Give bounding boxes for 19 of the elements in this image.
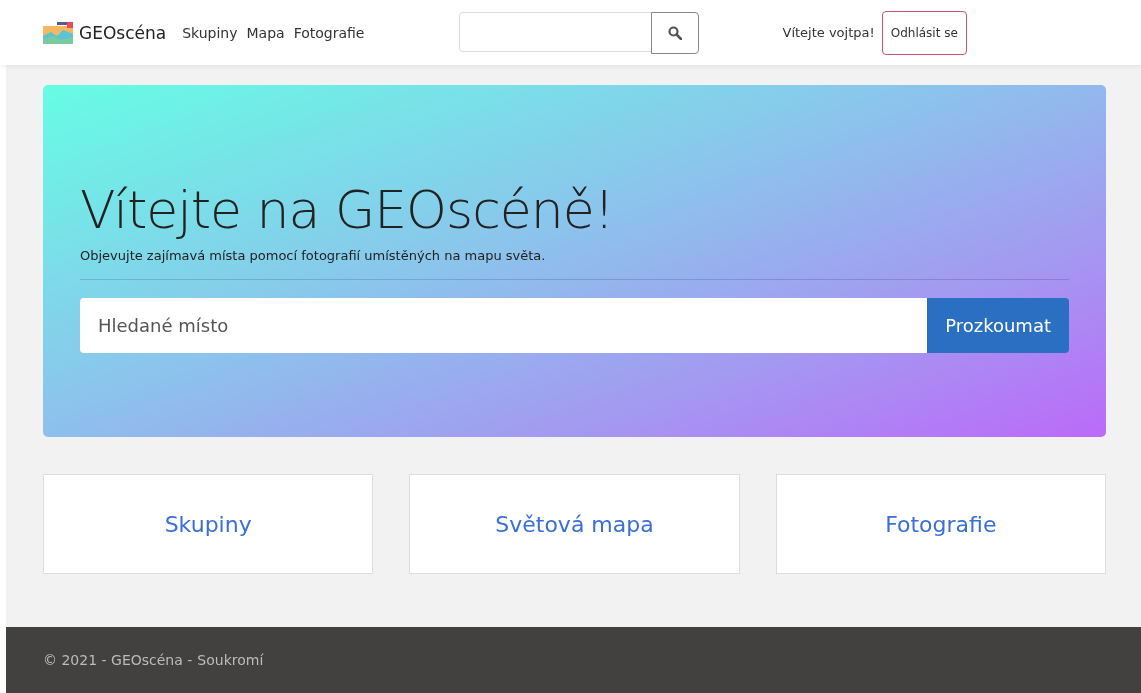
logo-icon [43,21,73,44]
section-card[interactable]: Světová mapa [409,474,740,574]
search-icon [668,25,683,40]
section-card[interactable]: Skupiny [43,474,374,574]
nav-link[interactable]: Fotografie [293,24,365,41]
place-search-field[interactable]: Hledané místo [80,298,928,353]
nav-link[interactable]: Mapa [246,24,285,41]
search-button[interactable] [651,11,700,54]
brand-link[interactable]: GEOscéna [43,21,167,44]
explore-button[interactable]: Prozkoumat [927,298,1069,353]
section-card[interactable]: Fotografie [775,474,1106,574]
search-field[interactable] [459,11,652,52]
copyright-text: © 2021 - GEOscéna - [43,652,193,668]
greeting-text: Vítejte vojtpa! [782,25,875,40]
hero-subtitle: Objevujte zajímavá místa pomocí fotografií umístěných na mapu světa. [80,248,547,263]
hero-title: Vítejte na GEOscéně! [80,180,615,240]
nav-link[interactable]: Skupiny [182,24,238,41]
logout-button[interactable]: Odhlásit se [881,10,967,55]
privacy-link[interactable]: Soukromí [197,652,264,668]
